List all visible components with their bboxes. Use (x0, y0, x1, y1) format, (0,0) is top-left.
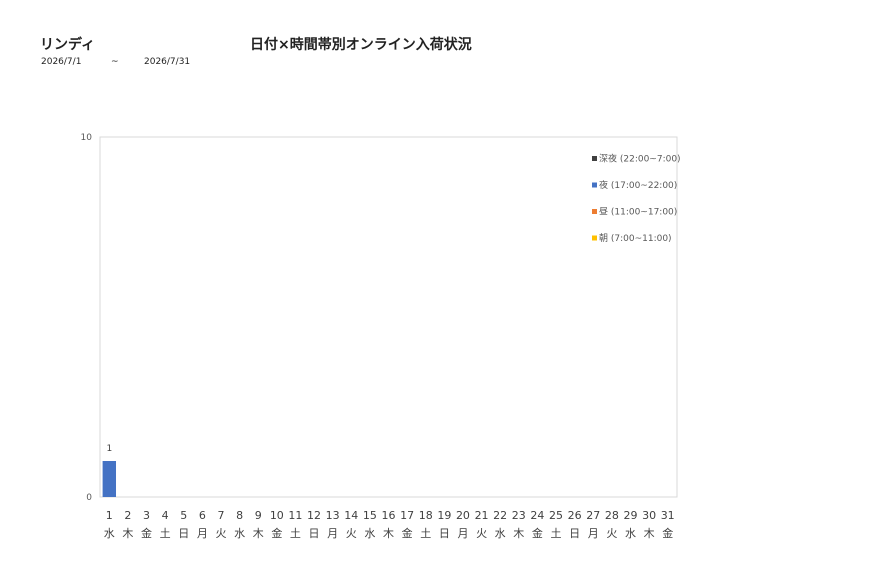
x-weekday-label: 金 (402, 526, 413, 540)
x-tick-label: 14 (344, 509, 358, 522)
x-weekday-label: 金 (271, 526, 282, 540)
x-weekday-label: 水 (104, 527, 115, 540)
legend-entry: 夜 (17:00~22:00) (599, 179, 677, 191)
x-tick-label: 19 (437, 509, 451, 522)
x-weekday-label: 火 (215, 527, 226, 540)
x-tick-label: 2 (124, 509, 131, 522)
x-weekday-label: 火 (606, 527, 617, 540)
x-weekday-label: 土 (290, 527, 301, 540)
x-weekday-label: 水 (495, 527, 506, 540)
y-tick-label: 10 (81, 133, 93, 143)
x-weekday-label: 水 (234, 527, 245, 540)
x-weekday-label: 日 (309, 527, 320, 540)
x-weekday-label: 金 (141, 526, 152, 540)
x-weekday-label: 月 (588, 527, 599, 540)
bar-segment (102, 461, 117, 497)
x-tick-label: 28 (605, 509, 619, 522)
y-tick-label: 0 (86, 493, 92, 503)
x-tick-label: 29 (623, 509, 637, 522)
stacked-bar-chart: 01011水2木3金4土5日6月7火8水9木10金11土12日13月14火15水… (81, 133, 681, 540)
x-tick-label: 6 (199, 509, 206, 522)
x-tick-label: 7 (217, 509, 224, 522)
x-weekday-label: 木 (253, 527, 264, 540)
x-tick-label: 20 (456, 509, 470, 522)
x-weekday-label: 水 (625, 527, 636, 540)
legend-swatch (592, 156, 597, 161)
x-weekday-label: 日 (439, 527, 450, 540)
plot-area (99, 136, 678, 498)
x-weekday-label: 土 (551, 527, 562, 540)
x-weekday-label: 日 (178, 527, 189, 540)
legend-swatch (592, 209, 597, 214)
x-tick-label: 10 (270, 509, 284, 522)
x-tick-label: 8 (236, 509, 243, 522)
x-tick-label: 23 (512, 509, 526, 522)
legend-entry: 朝 (7:00~11:00) (599, 233, 672, 244)
x-tick-label: 30 (642, 509, 656, 522)
x-weekday-label: 土 (160, 527, 171, 540)
x-tick-label: 12 (307, 509, 321, 522)
x-tick-label: 24 (530, 509, 544, 522)
x-tick-label: 18 (419, 509, 433, 522)
x-tick-label: 1 (106, 509, 113, 522)
x-tick-label: 16 (382, 509, 396, 522)
x-tick-label: 27 (586, 509, 600, 522)
legend-swatch (592, 182, 597, 188)
x-tick-label: 5 (180, 509, 187, 522)
x-tick-label: 9 (255, 509, 262, 522)
x-weekday-label: 木 (122, 527, 133, 540)
x-weekday-label: 水 (364, 527, 375, 540)
x-weekday-label: 金 (532, 526, 543, 540)
x-weekday-label: 金 (662, 526, 673, 540)
x-weekday-label: 火 (346, 527, 357, 540)
legend-swatch (592, 235, 597, 241)
x-tick-label: 15 (363, 509, 377, 522)
x-tick-label: 4 (162, 509, 169, 522)
x-weekday-label: 日 (569, 527, 580, 540)
x-weekday-label: 木 (383, 527, 394, 540)
x-tick-label: 3 (143, 509, 150, 522)
legend-entry: 昼 (11:00~17:00) (599, 207, 677, 218)
x-tick-label: 13 (326, 509, 340, 522)
x-weekday-label: 木 (513, 527, 524, 540)
x-tick-label: 22 (493, 509, 507, 522)
x-tick-label: 11 (288, 509, 302, 522)
legend-entry: 深夜 (22:00~7:00) (599, 153, 681, 165)
x-tick-label: 17 (400, 509, 414, 522)
x-weekday-label: 火 (476, 527, 487, 540)
x-tick-label: 21 (475, 509, 489, 522)
data-label: 1 (106, 444, 112, 454)
x-weekday-label: 木 (644, 527, 655, 540)
x-weekday-label: 土 (420, 527, 431, 540)
x-tick-label: 25 (549, 509, 563, 522)
x-tick-label: 26 (568, 509, 582, 522)
x-tick-label: 31 (661, 509, 675, 522)
x-weekday-label: 月 (457, 527, 468, 540)
x-weekday-label: 月 (327, 527, 338, 540)
x-weekday-label: 月 (197, 527, 208, 540)
